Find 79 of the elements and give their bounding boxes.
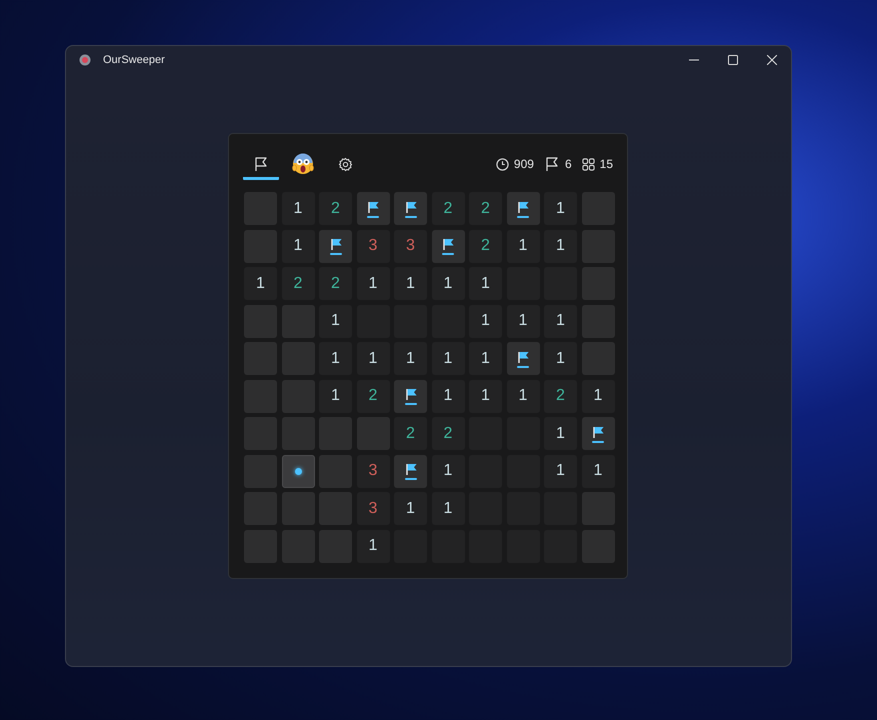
- number-tile[interactable]: 2: [319, 192, 352, 225]
- clock-count: 909: [514, 157, 534, 171]
- number-tile[interactable]: 1: [469, 342, 502, 375]
- number-tile[interactable]: 1: [356, 267, 390, 300]
- number-tile[interactable]: 1: [356, 342, 390, 375]
- flagged-tile[interactable]: [582, 417, 614, 450]
- number-tile[interactable]: 2: [432, 192, 464, 225]
- grid-icon: [582, 158, 595, 170]
- close-icon: [766, 55, 776, 65]
- number-tile[interactable]: 2: [319, 267, 352, 300]
- number-tile[interactable]: 1: [544, 192, 577, 225]
- number-tile[interactable]: 1: [469, 267, 502, 300]
- flagged-tile[interactable]: [319, 230, 352, 262]
- number-tile[interactable]: 1: [432, 492, 464, 525]
- number-tile[interactable]: 1: [319, 380, 352, 412]
- app-icon: [79, 54, 91, 66]
- flag-icon: [253, 156, 269, 172]
- number-tile[interactable]: 2: [469, 230, 502, 262]
- grid-count: 15: [600, 157, 613, 171]
- flag-icon: [328, 237, 342, 255]
- number-tile[interactable]: 2: [469, 192, 502, 225]
- number-tile[interactable]: 3: [356, 230, 390, 262]
- number-tile[interactable]: 1: [244, 267, 277, 300]
- flagged-tile[interactable]: [394, 454, 427, 488]
- clock-icon: [496, 158, 509, 170]
- window-title: OurSweeper: [103, 54, 165, 66]
- number-tile[interactable]: 1: [319, 304, 352, 338]
- maximize-icon: [728, 55, 738, 65]
- number-tile[interactable]: 1: [506, 304, 540, 338]
- number-tile[interactable]: 1: [469, 380, 502, 412]
- number-tile[interactable]: 1: [282, 192, 314, 225]
- number-tile[interactable]: 1: [394, 342, 427, 375]
- flagged-tile[interactable]: [506, 342, 540, 375]
- flag-icon: [516, 350, 530, 368]
- number-tile[interactable]: 1: [394, 492, 427, 525]
- screaming-face-icon: [292, 153, 314, 175]
- number-tile[interactable]: 2: [356, 380, 390, 412]
- number-tile[interactable]: 1: [582, 454, 614, 488]
- number-tile[interactable]: 1: [432, 454, 464, 488]
- flag-icon: [366, 200, 380, 218]
- number-tile[interactable]: 1: [282, 230, 314, 262]
- flag-icon: [544, 156, 560, 172]
- number-tile[interactable]: 1: [432, 267, 464, 300]
- focused-tile[interactable]: [282, 454, 314, 488]
- number-tile[interactable]: 1: [582, 380, 614, 412]
- flag-icon: [404, 200, 418, 218]
- number-tile[interactable]: 3: [356, 492, 390, 525]
- flagged-tile[interactable]: [506, 192, 540, 225]
- flag-icon: [516, 200, 530, 218]
- number-tile[interactable]: 1: [319, 342, 352, 375]
- flag-icon: [441, 237, 455, 255]
- settings-icon: [338, 156, 352, 172]
- number-tile[interactable]: 3: [394, 230, 427, 262]
- number-tile[interactable]: 1: [544, 304, 577, 338]
- number-tile[interactable]: 1: [544, 342, 577, 375]
- number-tile[interactable]: 1: [544, 230, 577, 262]
- flag-count: 6: [564, 157, 572, 171]
- number-tile[interactable]: 3: [356, 454, 390, 488]
- number-tile[interactable]: 2: [394, 417, 427, 450]
- flag-icon: [404, 387, 418, 405]
- number-tile[interactable]: 1: [432, 380, 464, 412]
- flag-icon: [404, 462, 418, 480]
- number-tile[interactable]: 1: [356, 530, 390, 562]
- number-tile[interactable]: 1: [544, 417, 577, 450]
- number-tile[interactable]: 1: [469, 304, 502, 338]
- flag-icon: [591, 424, 605, 442]
- number-tile[interactable]: 2: [432, 417, 464, 450]
- number-tile[interactable]: 2: [282, 267, 314, 300]
- number-tile[interactable]: 1: [432, 342, 464, 375]
- number-tile[interactable]: 1: [394, 267, 427, 300]
- flagged-tile[interactable]: [356, 192, 390, 225]
- dot-icon: [294, 468, 302, 474]
- flagged-tile[interactable]: [432, 230, 464, 262]
- number-tile[interactable]: 1: [506, 380, 540, 412]
- number-tile[interactable]: 1: [506, 230, 540, 262]
- flagged-tile[interactable]: [394, 192, 427, 225]
- flagged-tile[interactable]: [394, 380, 427, 412]
- number-tile[interactable]: 2: [544, 380, 577, 412]
- number-tile[interactable]: 1: [544, 454, 577, 488]
